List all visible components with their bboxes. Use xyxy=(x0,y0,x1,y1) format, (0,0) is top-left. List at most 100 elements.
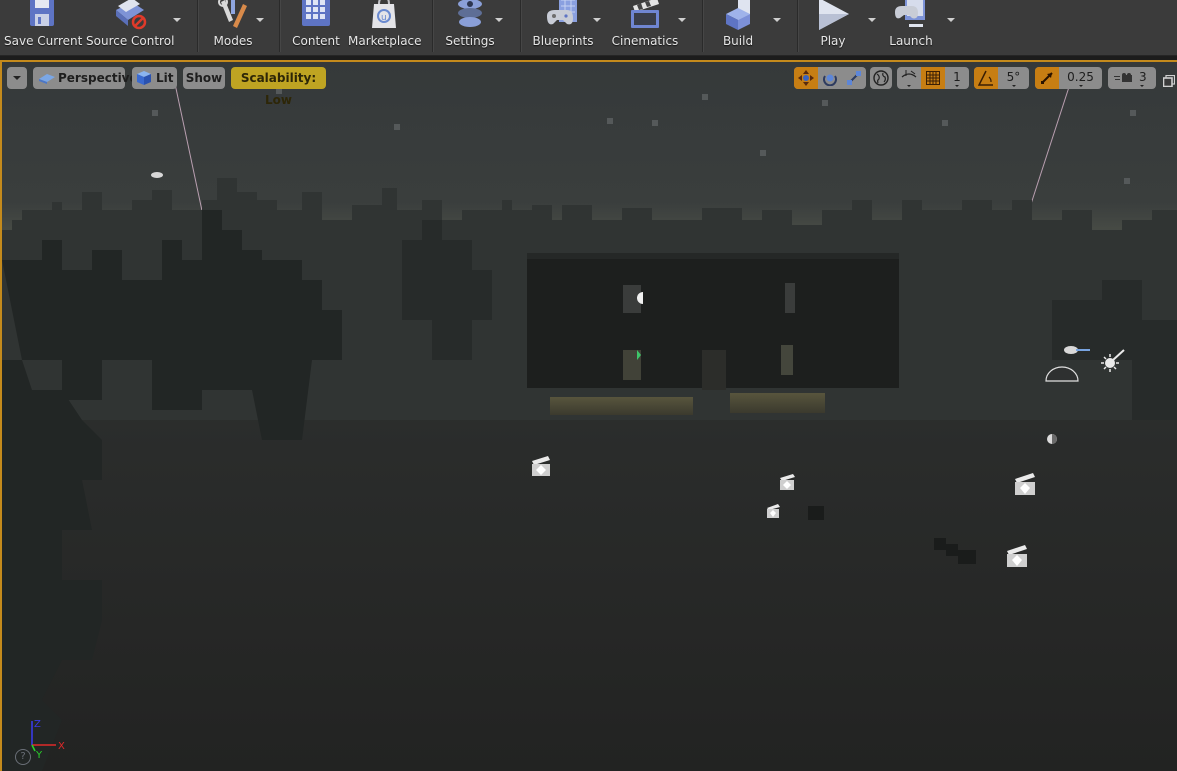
cinematics-clapper-icon xyxy=(631,0,659,28)
chevron-down-icon xyxy=(1078,85,1083,87)
maximize-viewport-button[interactable] xyxy=(1162,72,1176,88)
play-triangle-icon xyxy=(819,0,849,30)
house-roof xyxy=(527,253,899,259)
level-sequence-actor-icon[interactable] xyxy=(1005,544,1029,568)
y-axis-label: Y xyxy=(35,750,43,761)
chevron-down-icon xyxy=(13,76,21,80)
reflection-capture-icon[interactable] xyxy=(1046,433,1058,445)
house-window xyxy=(781,345,793,375)
cinematics-button[interactable]: Cinematics xyxy=(610,0,680,52)
coordinate-space-button[interactable] xyxy=(870,67,892,89)
level-sequence-actor-icon[interactable] xyxy=(778,473,796,491)
surface-snapping-button[interactable] xyxy=(897,67,921,89)
z-axis-label: Z xyxy=(34,719,41,730)
perspective-view-button[interactable]: Perspective xyxy=(33,67,138,89)
source-control-menu-caret[interactable] xyxy=(173,18,181,22)
blueprints-gamepad-icon xyxy=(547,0,577,25)
launch-button[interactable]: Launch xyxy=(884,0,938,52)
house-door xyxy=(702,350,726,390)
sky-light-icon[interactable] xyxy=(1062,343,1092,357)
perspective-cube-icon xyxy=(39,74,55,84)
toolbar-separator xyxy=(702,0,704,52)
cinematics-menu-caret[interactable] xyxy=(678,18,686,22)
play-menu-caret[interactable] xyxy=(868,18,876,22)
rotation-snap-value-dropdown[interactable]: 5° xyxy=(998,67,1029,89)
grid-snap-toggle[interactable] xyxy=(921,67,945,89)
camera-speed-icon xyxy=(1114,73,1132,82)
source-control-label: Source Control xyxy=(86,34,175,48)
angle-icon xyxy=(978,70,993,86)
scale-mode-button[interactable] xyxy=(842,67,866,89)
forest-silhouette xyxy=(2,178,1177,771)
modes-tools-icon xyxy=(218,0,247,28)
surface-snap-icon xyxy=(901,70,917,78)
save-current-button[interactable]: Save Current xyxy=(4,0,83,52)
marketplace-button[interactable]: u Marketplace xyxy=(348,0,422,52)
marketplace-bag-icon: u xyxy=(372,0,396,28)
level-sequence-actor-icon[interactable] xyxy=(1013,472,1037,496)
sky-atmosphere-icon[interactable] xyxy=(150,170,164,180)
build-menu-caret[interactable] xyxy=(773,18,781,22)
settings-gear-icon xyxy=(458,0,482,27)
launch-label: Launch xyxy=(889,34,933,48)
directional-light-icon[interactable] xyxy=(1100,348,1126,374)
content-label: Content xyxy=(292,34,340,48)
viewport-focus-border xyxy=(0,60,1177,62)
scale-arrow-icon xyxy=(1041,72,1053,84)
level-sequence-actor-icon[interactable] xyxy=(765,503,781,519)
exponential-height-fog-icon[interactable] xyxy=(1044,364,1080,382)
rotate-mode-button[interactable] xyxy=(818,67,842,89)
scale-snap-value: 0.25 xyxy=(1067,70,1094,84)
scale-snap-group: 0.25 xyxy=(1035,67,1102,89)
viewport-focus-border xyxy=(0,60,2,771)
launch-menu-caret[interactable] xyxy=(947,18,955,22)
translate-arrows-icon xyxy=(798,70,814,86)
rotate-icon xyxy=(823,74,837,86)
player-start-icon[interactable] xyxy=(636,350,642,360)
grid-snap-value-dropdown[interactable]: 1 xyxy=(945,67,969,89)
build-label: Build xyxy=(722,34,754,48)
maximize-icon xyxy=(1162,74,1176,88)
scale-snap-value-dropdown[interactable]: 0.25 xyxy=(1059,67,1102,89)
level-viewport[interactable] xyxy=(2,60,1177,771)
camera-speed-dropdown[interactable]: 3 xyxy=(1108,67,1156,89)
toolbar-separator xyxy=(432,0,434,52)
modes-button[interactable]: Modes xyxy=(204,0,262,52)
show-label: Show xyxy=(185,71,223,85)
toolbar-separator xyxy=(279,0,281,52)
chevron-down-icon xyxy=(955,85,959,87)
build-button[interactable]: Build xyxy=(712,0,764,52)
world-globe-icon xyxy=(873,70,889,86)
x-axis-label: X xyxy=(58,741,65,752)
lit-cube-icon xyxy=(137,71,151,85)
camera-speed-value: 3 xyxy=(1139,70,1147,84)
show-flags-button[interactable]: Show xyxy=(183,67,225,89)
transform-mode-group xyxy=(794,67,866,89)
view-mode-lit-button[interactable]: Lit xyxy=(132,67,177,89)
build-blocks-icon xyxy=(726,0,750,30)
grid-snap-group: 1 xyxy=(897,67,969,89)
level-sequence-actor-icon[interactable] xyxy=(530,455,552,477)
play-button[interactable]: Play xyxy=(808,0,858,52)
save-current-label: Save Current xyxy=(4,34,83,48)
source-control-button[interactable]: Source Control xyxy=(86,0,174,52)
perspective-label: Perspective xyxy=(58,71,138,85)
scale-snap-toggle[interactable] xyxy=(1035,67,1059,89)
settings-button[interactable]: Settings xyxy=(440,0,500,52)
settings-menu-caret[interactable] xyxy=(495,18,503,22)
porch-light xyxy=(550,397,693,415)
chevron-down-icon xyxy=(907,85,911,87)
blueprints-menu-caret[interactable] xyxy=(593,18,601,22)
rotation-snap-group: 5° xyxy=(974,67,1029,89)
svg-text:u: u xyxy=(381,13,387,23)
scalability-warning-button[interactable]: Scalability: Low xyxy=(231,67,326,107)
modes-menu-caret[interactable] xyxy=(256,18,264,22)
source-control-icon xyxy=(116,0,147,30)
rotation-snap-toggle[interactable] xyxy=(974,67,998,89)
help-icon[interactable]: ? xyxy=(15,749,31,765)
translate-mode-button[interactable] xyxy=(794,67,818,89)
content-button[interactable]: Content xyxy=(288,0,344,52)
blueprints-button[interactable]: Blueprints xyxy=(530,0,596,52)
viewport-options-button[interactable] xyxy=(7,67,27,89)
point-light-icon[interactable] xyxy=(636,292,644,304)
